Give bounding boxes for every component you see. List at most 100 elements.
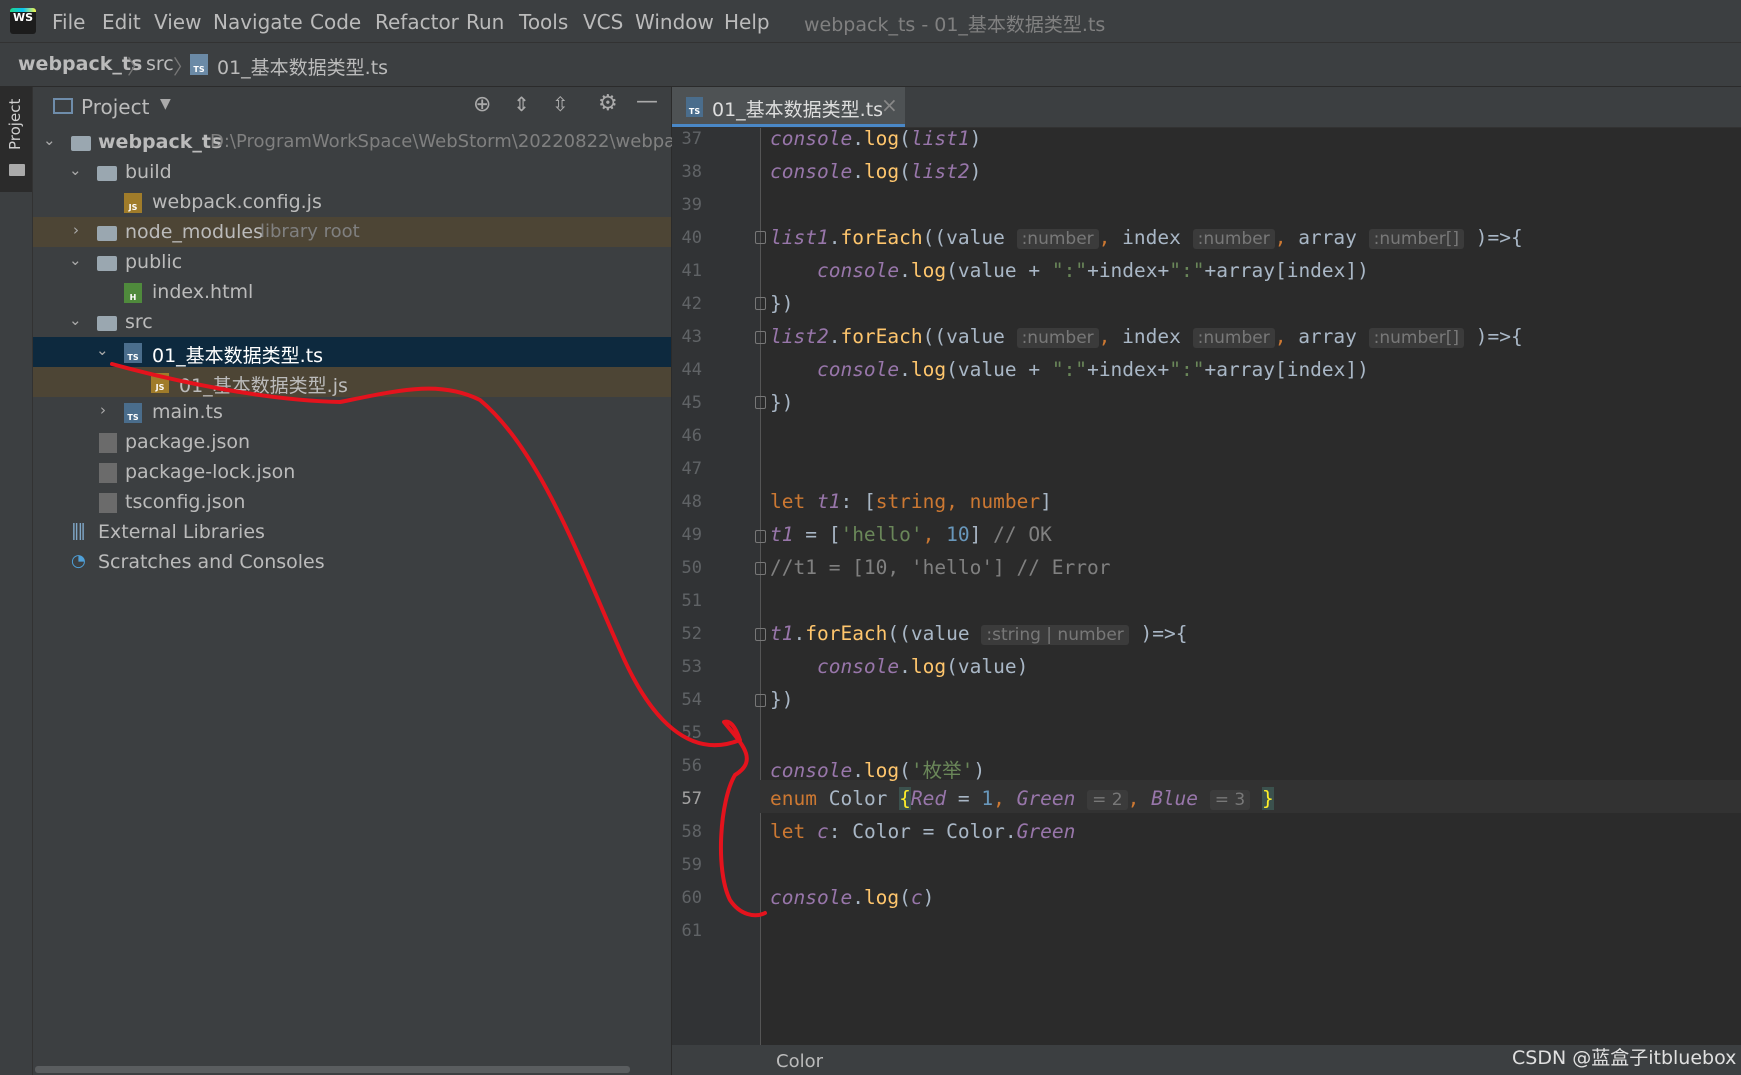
code-line[interactable]: list1.forEach((value :number, index :num… [770,226,1523,249]
code-line[interactable]: }) [770,688,793,711]
menu-tools[interactable]: Tools [519,10,568,34]
fold-marker-icon[interactable] [755,297,766,310]
code-line[interactable]: //t1 = [10, 'hello'] // Error [770,556,1110,579]
gear-icon[interactable]: ⚙ [598,91,618,116]
menu-vcs[interactable]: VCS [583,10,623,34]
tree-item-src[interactable]: ⌄ src [33,307,671,337]
tree-label-package-lock: package-lock.json [125,461,296,483]
line-number: 38 [681,162,702,182]
tree-label-root: webpack_ts [98,131,223,153]
code-line[interactable]: console.log(c) [770,886,934,909]
json-file-icon [99,433,117,453]
code-line[interactable]: console.log(value) [770,655,1028,678]
line-number: 39 [681,195,702,215]
menu-run[interactable]: Run [466,10,504,34]
tree-item-public[interactable]: ⌄ public [33,247,671,277]
collapse-all-icon[interactable]: ⇳ [552,92,569,116]
horizontal-scrollbar[interactable] [35,1066,630,1073]
line-number: 55 [681,723,702,743]
locate-icon[interactable]: ⊕ [473,92,491,117]
menu-window[interactable]: Window [635,10,714,34]
tree-item-ts-file[interactable]: ⌄ TS 01_基本数据类型.ts [33,337,671,367]
project-view-icon [53,98,73,114]
tree-item-package-json[interactable]: package.json [33,427,671,457]
menu-edit[interactable]: Edit [102,10,141,34]
tree-item-tsconfig[interactable]: tsconfig.json [33,487,671,517]
fold-marker-icon[interactable] [755,396,766,409]
html-file-icon: H [124,283,142,303]
tree-label-index-html: index.html [152,281,254,303]
menu-navigate[interactable]: Navigate [213,10,303,34]
line-number: 50 [681,558,702,578]
code-line[interactable]: }) [770,292,793,315]
code-line[interactable]: console.log('枚举') [770,754,985,783]
library-icon: ‖‖ [71,521,86,541]
menu-refactor[interactable]: Refactor [375,10,459,34]
chevron-down-icon[interactable]: ⌄ [69,251,82,269]
fold-marker-icon[interactable] [755,628,766,641]
code-line[interactable]: t1.forEach((value :string | number )=>{ [770,622,1187,645]
minimize-icon[interactable]: — [636,89,658,114]
breadcrumb-context[interactable]: Color [776,1051,823,1072]
line-number: 60 [681,888,702,908]
code-line[interactable]: console.log(value + ":"+index+":"+array[… [770,259,1369,282]
project-panel-title[interactable]: Project [81,95,149,119]
code-line[interactable]: let t1: [string, number] [770,490,1052,513]
tree-item-index-html[interactable]: H index.html [33,277,671,307]
menu-code[interactable]: Code [310,10,361,34]
ts-file-icon: TS [124,343,142,363]
breadcrumb-folder[interactable]: src [146,53,174,75]
code-line[interactable]: console.log(value + ":"+index+":"+array[… [770,358,1369,381]
line-number: 37 [681,129,702,149]
ts-file-icon: TS [686,97,703,117]
code-line[interactable]: list2.forEach((value :number, index :num… [770,325,1523,348]
project-tool-label[interactable]: Project [6,99,24,150]
tab-ts-file[interactable]: TS 01_基本数据类型.ts × [672,87,905,127]
code-line[interactable]: console.log(list1) [770,127,981,150]
code-line[interactable]: }) [770,391,793,414]
folder-icon [9,164,25,176]
breadcrumb-project[interactable]: webpack_ts [18,53,142,75]
json-file-icon [99,493,117,513]
tree-item-external-libraries[interactable]: ‖‖ External Libraries [33,517,671,547]
menu-file[interactable]: File [52,10,85,34]
fold-marker-icon[interactable] [755,562,766,575]
chevron-down-icon[interactable]: ⌄ [69,311,82,329]
line-number: 46 [681,426,702,446]
tree-label-tsconfig: tsconfig.json [125,491,246,513]
tree-item-package-lock[interactable]: package-lock.json [33,457,671,487]
tree-item-root[interactable]: ⌄ webpack_ts D:\ProgramWorkSpace\WebStor… [33,127,685,157]
fold-marker-icon[interactable] [755,530,766,543]
code-line[interactable]: enum Color {Red = 1, Green = 2, Blue = 3… [770,787,1274,810]
window-title: webpack_ts - 01_基本数据类型.ts [804,14,1106,36]
tree-item-main-ts[interactable]: › TS main.ts [33,397,671,427]
tree-item-node-modules[interactable]: › node_modules library root [33,217,671,247]
tree-item-scratches[interactable]: ◔ Scratches and Consoles [33,547,671,577]
chevron-down-icon[interactable]: ⌄ [69,161,82,179]
menu-view[interactable]: View [154,10,201,34]
tree-item-webpack-config[interactable]: JS webpack.config.js [33,187,671,217]
code-line[interactable]: let c: Color = Color.Green [770,820,1075,843]
tree-item-js-file[interactable]: JS 01_基本数据类型.js [33,367,671,397]
scratches-icon: ◔ [71,551,86,571]
line-number: 45 [681,393,702,413]
breadcrumb-separator: 〉 [127,55,147,79]
expand-all-icon[interactable]: ⇕ [513,92,530,116]
code-line[interactable]: t1 = ['hello', 10] // OK [770,523,1052,546]
webstorm-logo-icon: WS [10,8,36,34]
fold-marker-icon[interactable] [755,694,766,707]
menu-help[interactable]: Help [724,10,770,34]
close-icon[interactable]: × [881,93,898,117]
tree-item-build[interactable]: ⌄ build [33,157,671,187]
breadcrumb: webpack_ts 〉 src 〉 TS 01_基本数据类型.ts [0,43,1741,87]
chevron-down-icon[interactable]: ▼ [160,96,171,112]
chevron-down-icon[interactable]: ⌄ [96,341,109,359]
breadcrumb-file[interactable]: 01_基本数据类型.ts [217,53,388,80]
chevron-right-icon[interactable]: › [73,221,79,239]
line-number: 53 [681,657,702,677]
fold-marker-icon[interactable] [755,231,766,244]
code-line[interactable]: console.log(list2) [770,160,981,183]
fold-marker-icon[interactable] [755,331,766,344]
chevron-down-icon[interactable]: ⌄ [43,131,56,149]
chevron-right-icon[interactable]: › [100,401,106,419]
